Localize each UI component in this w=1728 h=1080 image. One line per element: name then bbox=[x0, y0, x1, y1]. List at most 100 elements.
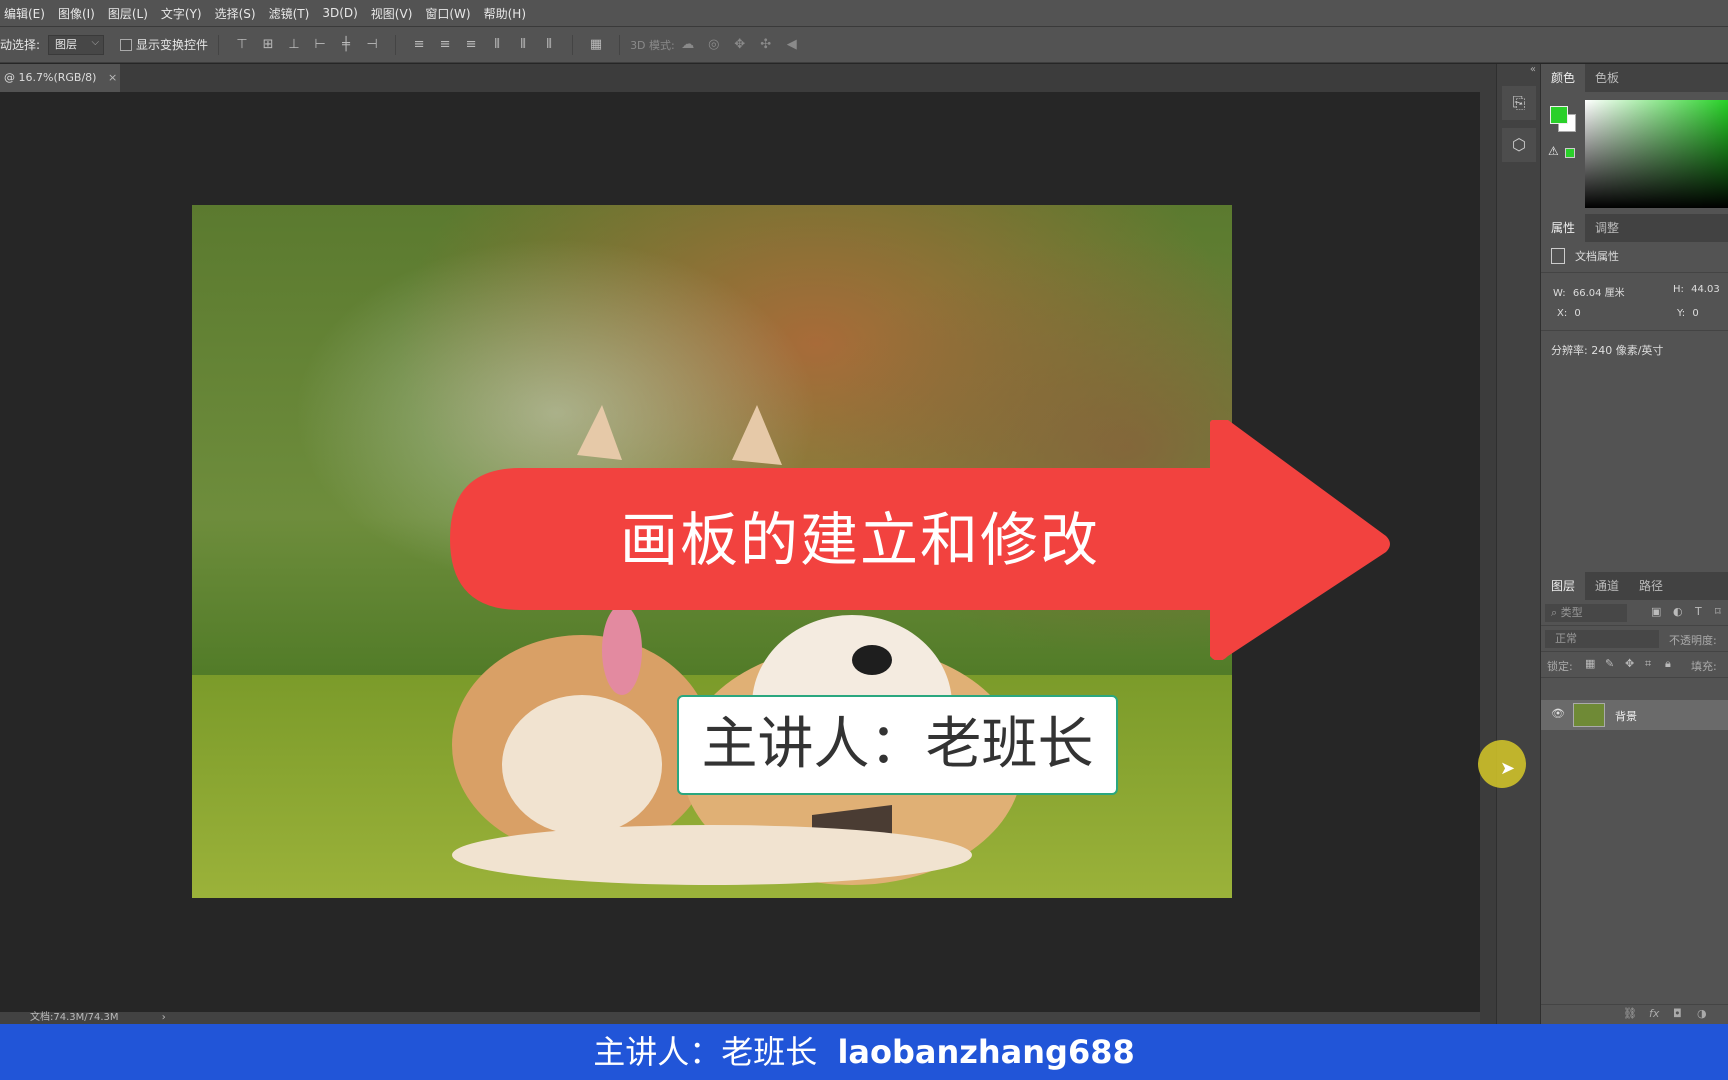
distribute-vcenter-icon[interactable]: ≡ bbox=[437, 37, 453, 52]
document-icon bbox=[1551, 248, 1565, 264]
tab-paths[interactable]: 路径 bbox=[1629, 572, 1673, 600]
align-right-icon[interactable]: ⊣ bbox=[364, 37, 380, 52]
divider bbox=[572, 34, 574, 55]
color-picker-field[interactable] bbox=[1585, 100, 1728, 208]
gamut-swatch[interactable] bbox=[1565, 148, 1575, 158]
fx-icon[interactable]: fx bbox=[1649, 1007, 1659, 1020]
align-left-icon[interactable]: ⊢ bbox=[312, 37, 328, 52]
show-transform-label: 显示变换控件 bbox=[136, 38, 209, 52]
y-label: Y: bbox=[1677, 308, 1686, 319]
tab-swatches[interactable]: 色板 bbox=[1585, 64, 1629, 92]
properties-panel-tabs: 属性 调整 bbox=[1541, 214, 1728, 242]
right-panels: 颜色 色板 ⚠ 属性 调整 文档属性 W: 66.04 厘米 H: 44.03 … bbox=[1540, 64, 1728, 1024]
h-label: H: bbox=[1673, 284, 1684, 295]
align-top-icon[interactable]: ⊤ bbox=[234, 37, 250, 52]
menu-view[interactable]: 视图(V) bbox=[371, 5, 413, 22]
layer-thumbnail bbox=[1573, 703, 1605, 727]
filter-type-icon[interactable]: T bbox=[1695, 605, 1702, 618]
menu-type[interactable]: 文字(Y) bbox=[161, 5, 202, 22]
panel-dock: « ⎘ ⬡ bbox=[1496, 64, 1540, 1024]
align-bottom-icon[interactable]: ⊥ bbox=[286, 37, 302, 52]
3d-orbit-icon[interactable]: ☁ bbox=[680, 37, 696, 52]
video-caption: 主讲人：老班长 laobanzhang688 bbox=[0, 1024, 1728, 1080]
caption-handle: laobanzhang688 bbox=[837, 1033, 1135, 1071]
menu-3d[interactable]: 3D(D) bbox=[322, 6, 357, 20]
lock-move-icon[interactable]: ✥ bbox=[1625, 657, 1634, 670]
auto-select-dropdown[interactable]: 图层 bbox=[48, 34, 105, 55]
3d-slide-icon[interactable]: ✣ bbox=[758, 37, 774, 52]
align-vcenter-icon[interactable]: ⊞ bbox=[260, 37, 276, 52]
divider bbox=[619, 34, 621, 55]
link-icon[interactable]: ⛓︎ bbox=[1623, 1007, 1637, 1020]
distribute-left-icon[interactable]: ⫴ bbox=[489, 37, 505, 52]
lock-paint-icon[interactable]: ✎ bbox=[1605, 657, 1614, 670]
tab-properties[interactable]: 属性 bbox=[1541, 214, 1586, 242]
menu-layer[interactable]: 图层(L) bbox=[108, 5, 148, 22]
filter-adjust-icon[interactable]: ◐ bbox=[1673, 605, 1683, 618]
h-value[interactable]: 44.03 bbox=[1691, 284, 1720, 295]
tab-color[interactable]: 颜色 bbox=[1541, 64, 1586, 92]
layers-panel: ⌕ 类型 ▣ ◐ T ⌑ 正常 不透明度: 锁定: ▦ ✎ ✥ ⌗ 🔒︎ 填充:… bbox=[1541, 600, 1728, 1000]
tab-layers[interactable]: 图层 bbox=[1541, 572, 1586, 600]
doc-size: 文档:74.3M/74.3M bbox=[30, 1012, 119, 1023]
3d-scale-icon[interactable]: ◀ bbox=[784, 37, 800, 52]
distribute-bottom-icon[interactable]: ≡ bbox=[463, 37, 479, 52]
distribute-top-icon[interactable]: ≡ bbox=[411, 37, 427, 52]
divider bbox=[218, 34, 220, 55]
3d-cube-icon[interactable]: ⬡ bbox=[1502, 128, 1536, 162]
layer-filter-select[interactable]: 类型 bbox=[1561, 606, 1583, 619]
layers-panel-tabs: 图层 通道 路径 bbox=[1541, 572, 1728, 600]
blend-mode-select[interactable]: 正常 bbox=[1545, 630, 1659, 648]
layer-row-background[interactable]: 👁︎ 背景 bbox=[1541, 700, 1728, 730]
3d-roll-icon[interactable]: ◎ bbox=[706, 37, 722, 52]
w-label: W: bbox=[1553, 288, 1566, 299]
tab-adjustments[interactable]: 调整 bbox=[1585, 214, 1629, 242]
w-value[interactable]: 66.04 厘米 bbox=[1573, 288, 1625, 299]
auto-align-icon[interactable]: ▦ bbox=[588, 37, 604, 52]
mouse-cursor-icon: ➤ bbox=[1500, 758, 1516, 779]
layer-name: 背景 bbox=[1615, 710, 1637, 723]
filter-shape-icon[interactable]: ⌑ bbox=[1715, 605, 1721, 618]
fill-label: 填充: bbox=[1691, 660, 1717, 673]
foreground-swatch[interactable] bbox=[1550, 106, 1568, 124]
mask-icon[interactable]: ◘ bbox=[1673, 1007, 1682, 1020]
menu-filter[interactable]: 滤镜(T) bbox=[269, 5, 310, 22]
close-icon[interactable]: × bbox=[108, 71, 117, 84]
gamut-warning-icon[interactable]: ⚠ bbox=[1548, 144, 1559, 158]
menu-select[interactable]: 选择(S) bbox=[215, 5, 256, 22]
vertical-scrollbar[interactable] bbox=[1480, 64, 1496, 1024]
collapse-icon[interactable]: « bbox=[1497, 64, 1540, 78]
distribute-right-icon[interactable]: ⫴ bbox=[541, 37, 557, 52]
document-tab[interactable]: @ 16.7%(RGB/8) × bbox=[0, 64, 120, 92]
y-value[interactable]: 0 bbox=[1692, 308, 1698, 319]
filter-pixel-icon[interactable]: ▣ bbox=[1651, 605, 1661, 618]
status-arrow-icon[interactable]: › bbox=[162, 1012, 166, 1023]
doc-props-label: 文档属性 bbox=[1575, 250, 1619, 263]
document-tab-title: @ 16.7%(RGB/8) bbox=[4, 71, 97, 84]
menu-window[interactable]: 窗口(W) bbox=[425, 5, 470, 22]
speaker-label: 主讲人：老班长 bbox=[677, 695, 1118, 795]
menu-image[interactable]: 图像(I) bbox=[58, 5, 95, 22]
x-value[interactable]: 0 bbox=[1574, 308, 1580, 319]
menu-bar: 编辑(E) 图像(I) 图层(L) 文字(Y) 选择(S) 滤镜(T) 3D(D… bbox=[0, 0, 1728, 27]
tab-channels[interactable]: 通道 bbox=[1585, 572, 1629, 600]
auto-select-label: 动选择: bbox=[0, 38, 41, 52]
lock-artboard-icon[interactable]: ⌗ bbox=[1645, 657, 1651, 671]
show-transform-checkbox[interactable] bbox=[120, 38, 133, 51]
menu-help[interactable]: 帮助(H) bbox=[484, 5, 526, 22]
resolution: 分辨率: 240 像素/英寸 bbox=[1551, 344, 1664, 357]
history-icon[interactable]: ⎘ bbox=[1502, 86, 1536, 120]
adjustment-layer-icon[interactable]: ◑ bbox=[1697, 1007, 1707, 1020]
lock-transparent-icon[interactable]: ▦ bbox=[1585, 657, 1595, 670]
menu-edit[interactable]: 编辑(E) bbox=[4, 5, 45, 22]
divider bbox=[395, 34, 397, 55]
lock-all-icon[interactable]: 🔒︎ bbox=[1665, 657, 1671, 671]
align-hcenter-icon[interactable]: ╪ bbox=[338, 37, 354, 52]
opacity-label: 不透明度: bbox=[1669, 634, 1717, 647]
search-icon: ⌕ bbox=[1551, 606, 1558, 619]
3d-pan-icon[interactable]: ✥ bbox=[732, 37, 748, 52]
caption-text: 主讲人：老班长 bbox=[593, 1033, 818, 1071]
x-label: X: bbox=[1557, 308, 1568, 319]
visibility-eye-icon[interactable]: 👁︎ bbox=[1551, 707, 1565, 720]
distribute-hcenter-icon[interactable]: ⫴ bbox=[515, 37, 531, 52]
